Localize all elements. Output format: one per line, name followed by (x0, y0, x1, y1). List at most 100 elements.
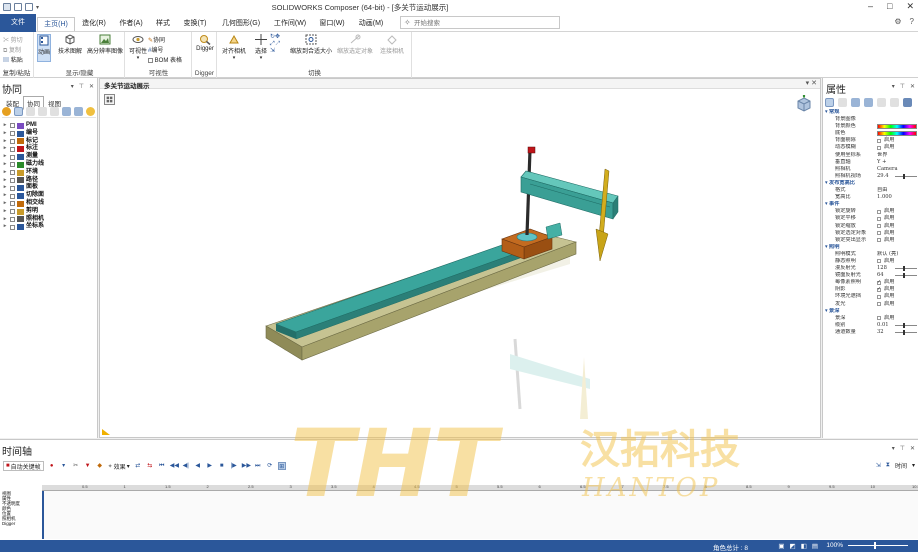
color-key-icon[interactable]: ◆ (96, 462, 104, 470)
expand-arrow-icon[interactable]: ▸ (2, 130, 8, 138)
property-category[interactable]: ▾ 常规 (825, 109, 918, 116)
go-start-icon[interactable]: ⏮ (158, 462, 166, 470)
visibility-dropdown-icon[interactable]: ▾ (127, 55, 149, 61)
close-icon[interactable]: ✕ (906, 1, 914, 12)
tree-item[interactable]: ▸ PMI (2, 122, 97, 130)
property-value[interactable]: Y + (877, 159, 918, 166)
shade-mode-icon[interactable]: ◧ (801, 542, 807, 550)
tree-item-checkbox[interactable] (10, 131, 15, 137)
tree-item[interactable]: ▸ 面板 (2, 184, 97, 192)
view-mode-icon[interactable]: ▣ (778, 542, 784, 550)
expand-arrow-icon[interactable]: ▸ (2, 184, 8, 192)
select-dropdown-icon[interactable]: ▾ (251, 55, 271, 61)
list-icon[interactable] (62, 107, 71, 116)
prev-key-icon[interactable]: ◀◀ (170, 462, 179, 470)
effects-button[interactable]: ✦ 效果 ▾ (108, 462, 130, 471)
tab-window[interactable]: 窗口(W) (314, 17, 350, 31)
tree-item[interactable]: ▸ 标注 (2, 145, 97, 153)
edit-icon[interactable] (890, 97, 899, 107)
bom-toggle[interactable]: BOM 表格 (148, 55, 182, 64)
categorized-icon[interactable] (825, 97, 834, 107)
tab-workshops[interactable]: 工作间(W) (268, 17, 312, 31)
tree-item-checkbox[interactable] (10, 138, 15, 144)
tech-illustration-button[interactable]: 技术图解 (55, 34, 85, 55)
timeline-settings-icon[interactable]: ⊞ (277, 462, 286, 470)
property-checkbox[interactable] (877, 216, 881, 221)
go-end-icon[interactable]: ⏭ (254, 462, 262, 470)
property-checkbox[interactable] (877, 279, 881, 286)
number-toggle[interactable]: #编号 (148, 45, 163, 54)
expand-arrow-icon[interactable]: ▸ (2, 138, 8, 146)
tree-item[interactable]: ▸ 磁力线 (2, 161, 97, 169)
help-icon[interactable]: ? (910, 17, 914, 26)
tree-item[interactable]: ▸ 切除面 (2, 192, 97, 200)
property-slider[interactable] (895, 266, 917, 272)
zoom-selection-button[interactable]: 缩放选定对象 (335, 34, 375, 55)
image-icon[interactable] (903, 97, 912, 107)
next-key-icon[interactable]: ▶▶ (242, 462, 251, 470)
loop-icon[interactable]: ⟳ (266, 462, 274, 470)
expand-arrow-icon[interactable]: ▸ (2, 216, 8, 224)
category-collapse-icon[interactable]: ▾ (825, 244, 828, 251)
tab-file[interactable]: 文件 (0, 14, 36, 32)
snapshot-icon[interactable] (877, 97, 886, 107)
property-category[interactable]: ▾ 照明 (825, 244, 918, 251)
zoom-timeline-icon[interactable]: ⇲ (876, 462, 881, 469)
key-options-icon[interactable]: ▾ (60, 462, 68, 470)
sort-icon[interactable] (50, 107, 59, 116)
render-mode-icon[interactable]: ◩ (790, 542, 796, 550)
property-value[interactable]: 默认 (亮) (877, 251, 918, 258)
property-value[interactable]: 1.000 (877, 194, 918, 201)
bom-checkbox[interactable] (148, 57, 153, 63)
tree-item-checkbox[interactable] (10, 201, 15, 207)
panel-menu-icon[interactable]: ▾ (892, 83, 895, 90)
fly-icon[interactable]: ↗ (275, 41, 280, 47)
visibility-button[interactable]: 可视性 ▾ (127, 34, 149, 61)
collab-toggle[interactable]: ✎协同 (148, 35, 165, 44)
tree-item-checkbox[interactable] (10, 224, 15, 230)
expand-arrow-icon[interactable]: ▸ (2, 177, 8, 185)
tree-item[interactable]: ▸ 剪明 (2, 208, 97, 216)
table-icon[interactable] (74, 107, 83, 116)
stop-icon[interactable]: ■ (218, 462, 226, 470)
color-picker[interactable] (877, 131, 917, 137)
property-checkbox[interactable] (877, 224, 881, 228)
maximize-icon[interactable]: □ (887, 1, 892, 12)
playhead[interactable] (42, 491, 44, 539)
time-dropdown-icon[interactable]: ▾ (912, 462, 915, 469)
digger-button[interactable]: Digger (194, 34, 216, 52)
property-slider[interactable] (895, 173, 917, 179)
track-label[interactable]: Digger (2, 521, 42, 526)
auto-key-button[interactable]: ■ 自动关键帧 (3, 461, 44, 471)
property-checkbox[interactable] (877, 138, 881, 143)
apply-style-icon[interactable] (864, 97, 873, 107)
tree-item[interactable]: ▸ 测量 (2, 153, 97, 161)
category-collapse-icon[interactable]: ▾ (825, 308, 828, 315)
select-button[interactable]: 选择 ▾ (251, 34, 271, 61)
zoom-slider[interactable] (848, 542, 908, 549)
property-slider[interactable] (895, 273, 917, 279)
panel-close-icon[interactable]: ✕ (89, 83, 94, 90)
align-camera-button[interactable]: 对齐相机 ▾ (219, 34, 249, 61)
tree-item-checkbox[interactable] (10, 123, 15, 129)
property-slider[interactable] (895, 322, 917, 328)
cut-key-icon[interactable]: ✂ (72, 462, 80, 470)
tab-transform[interactable]: 变换(T) (178, 17, 212, 31)
tree-item-checkbox[interactable] (10, 216, 15, 222)
prev-frame-icon[interactable]: ◀| (182, 462, 190, 470)
expand-arrow-icon[interactable]: ▸ (2, 208, 8, 216)
property-checkbox[interactable] (877, 316, 881, 321)
select-all-icon[interactable] (14, 107, 23, 116)
sort-az-icon[interactable] (838, 97, 847, 107)
mirror-icon[interactable]: ⇆ (146, 462, 154, 470)
expand-arrow-icon[interactable]: ▸ (2, 192, 8, 200)
document-close-icon[interactable]: ▾ ✕ (806, 79, 817, 87)
options-icon[interactable] (86, 107, 95, 116)
track-area[interactable] (42, 491, 918, 539)
minimize-icon[interactable]: – (868, 1, 873, 12)
category-collapse-icon[interactable]: ▾ (825, 180, 828, 187)
redo-icon[interactable] (25, 3, 33, 11)
align-camera-dropdown-icon[interactable]: ▾ (219, 55, 249, 61)
tree-item-checkbox[interactable] (10, 177, 15, 183)
property-checkbox[interactable] (877, 231, 881, 236)
